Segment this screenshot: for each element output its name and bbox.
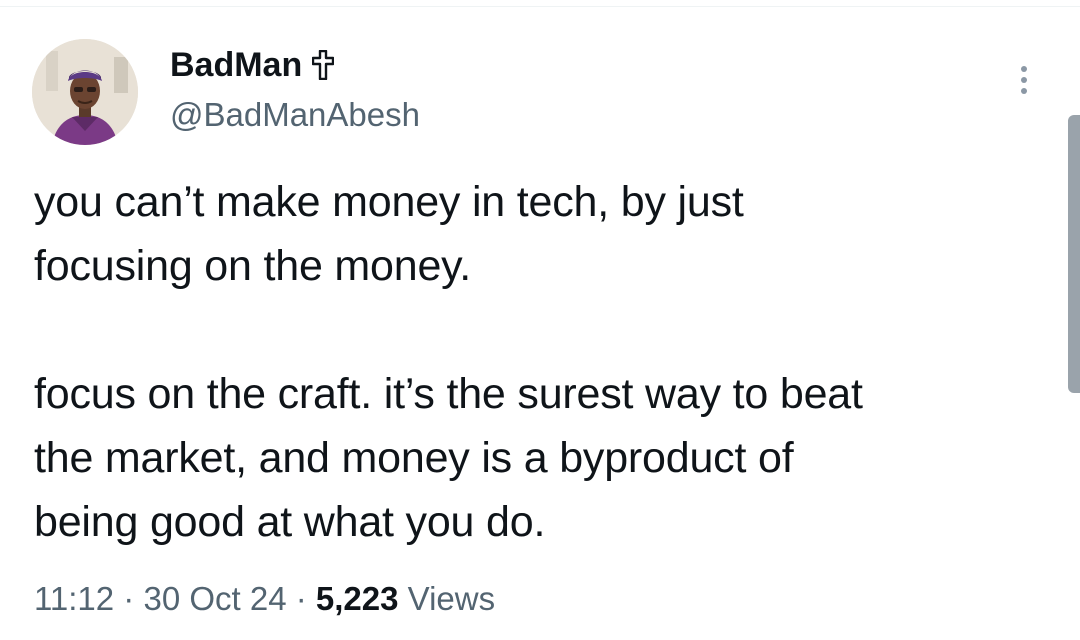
more-vertical-icon	[1021, 66, 1027, 72]
tweet-meta: 11:12 · 30 Oct 24 · 5,223 Views	[34, 574, 495, 624]
meta-separator: ·	[286, 580, 316, 617]
scrollbar[interactable]	[1068, 115, 1080, 393]
profile-photo-icon	[32, 39, 138, 145]
more-vertical-icon-dot	[1021, 88, 1027, 94]
more-vertical-icon-dot	[1021, 77, 1027, 83]
top-divider	[0, 0, 1080, 7]
meta-separator: ·	[114, 580, 144, 617]
tweet-date[interactable]: 30 Oct 24	[143, 580, 286, 617]
tweet-time[interactable]: 11:12	[34, 580, 114, 617]
cross-icon	[312, 49, 335, 81]
views-count[interactable]: 5,223	[316, 580, 399, 617]
views-label[interactable]: Views	[408, 580, 495, 617]
user-handle[interactable]: @BadManAbesh	[170, 92, 420, 138]
more-options-button[interactable]	[1010, 60, 1038, 100]
tweet-text: you can’t make money in tech, by just fo…	[34, 178, 863, 546]
display-name-row: BadMan	[170, 40, 420, 90]
avatar[interactable]	[32, 39, 138, 145]
author-block: BadMan @BadManAbesh	[170, 40, 420, 138]
display-name[interactable]: BadMan	[170, 40, 302, 90]
